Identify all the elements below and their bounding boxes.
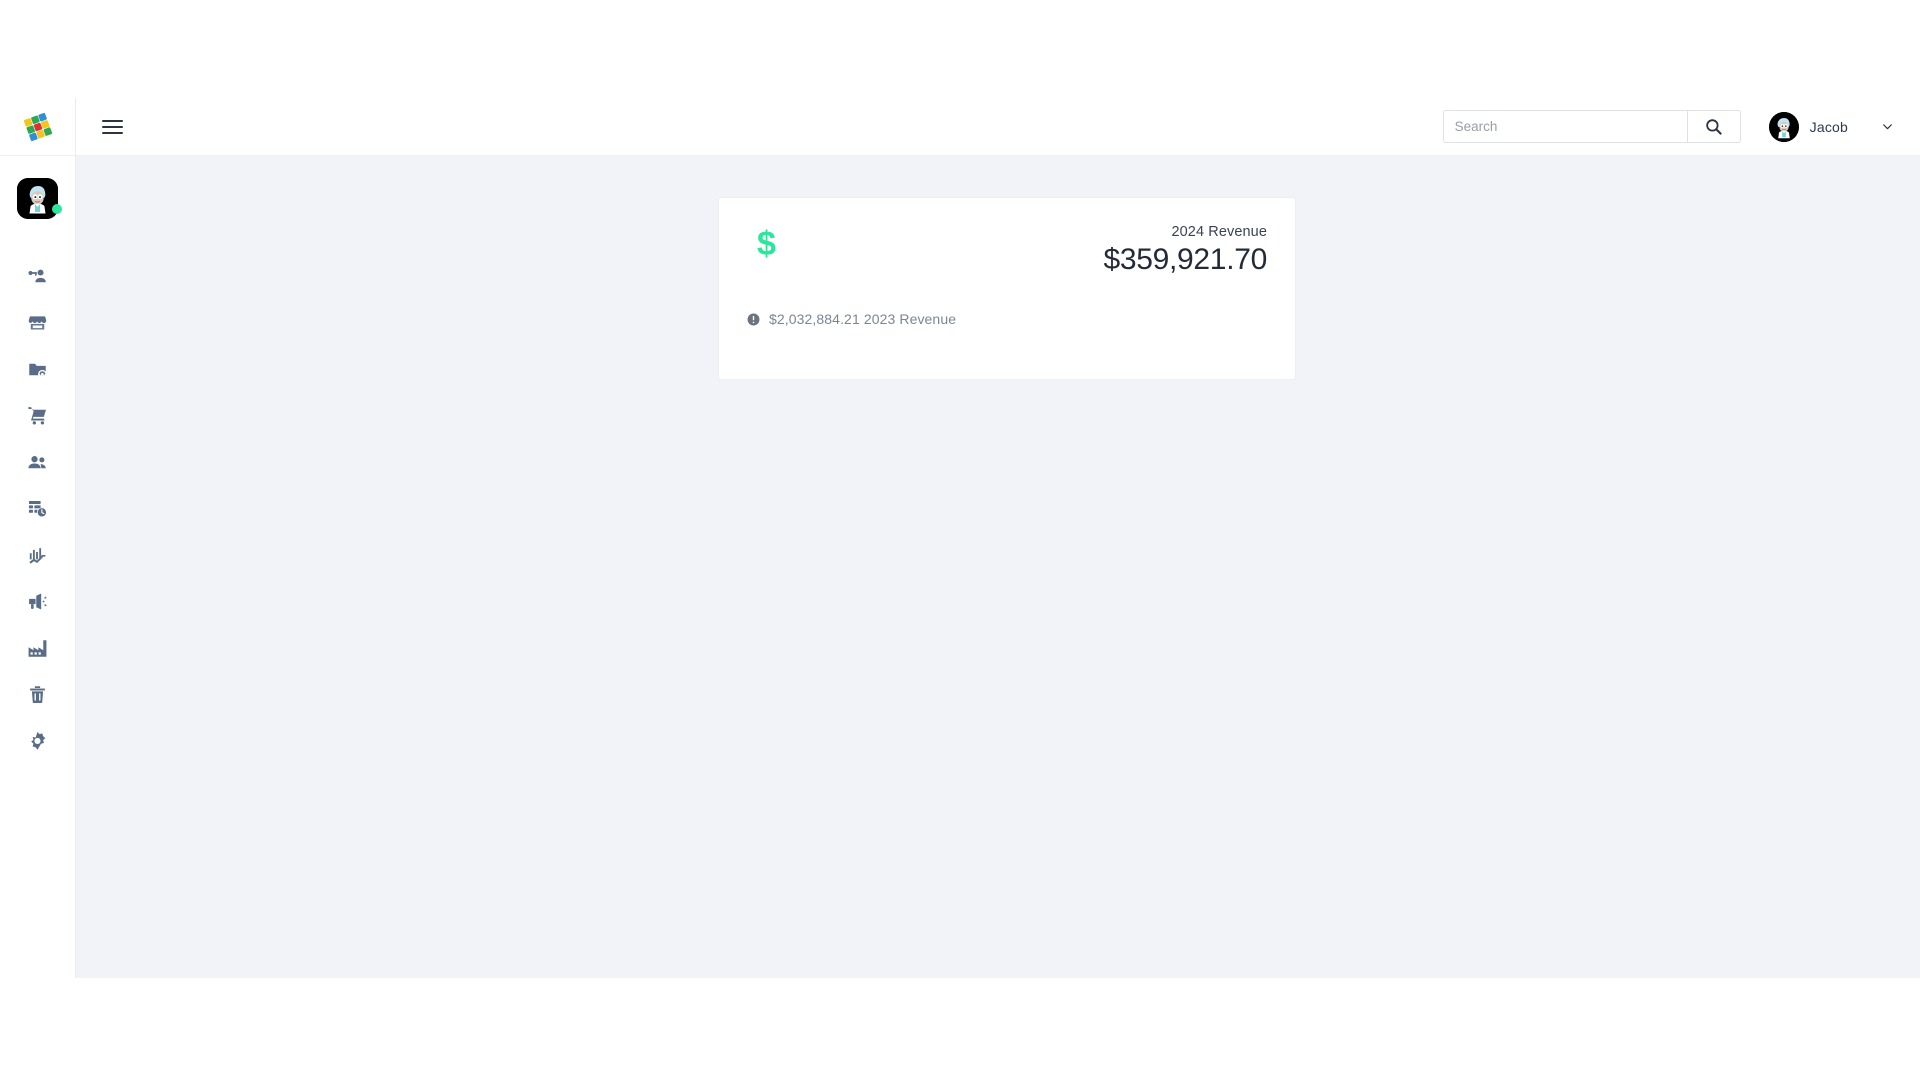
search-group xyxy=(1442,110,1741,143)
app-root: Jacob $ 2024 Revenue $359,921.70 xyxy=(0,98,1920,978)
dollar-sign-icon: $ xyxy=(757,225,776,263)
sidebar-item-orders[interactable] xyxy=(0,393,75,440)
hamburger-bar xyxy=(102,125,123,128)
search-button[interactable] xyxy=(1686,110,1741,143)
search-input[interactable] xyxy=(1442,110,1687,143)
user-avatar-icon xyxy=(1768,111,1799,142)
sidebar-item-scheduling[interactable] xyxy=(0,486,75,533)
user-name: Jacob xyxy=(1809,118,1848,135)
sidebar-item-customers[interactable] xyxy=(0,439,75,486)
revenue-card-amount: $359,921.70 xyxy=(1103,243,1267,276)
status-dot-online xyxy=(52,204,62,214)
card-row: $ 2024 Revenue $359,921.70 $2,032,884.21 xyxy=(76,197,1920,380)
main-column: Jacob $ 2024 Revenue $359,921.70 xyxy=(76,98,1920,978)
trash-icon xyxy=(30,686,45,704)
sidebar-item-trash[interactable] xyxy=(0,672,75,719)
sidebar-item-folder-settings[interactable] xyxy=(0,346,75,393)
sidebar-item-analytics[interactable] xyxy=(0,532,75,579)
revenue-card-label: 2024 Revenue xyxy=(1171,224,1267,240)
sidebar-nav xyxy=(0,253,75,765)
analytics-chart-icon xyxy=(29,547,46,564)
revenue-card-values: 2024 Revenue $359,921.70 xyxy=(1103,224,1267,277)
people-icon xyxy=(28,455,46,469)
sidebar-item-manufacturing[interactable] xyxy=(0,625,75,672)
account-key-icon xyxy=(28,269,46,282)
revenue-card-footer: $2,032,884.21 2023 Revenue xyxy=(747,311,1267,327)
hamburger-bar xyxy=(102,119,123,122)
sidebar-item-store[interactable] xyxy=(0,300,75,347)
rubiks-cube-logo-icon xyxy=(23,112,52,141)
shopping-cart-icon xyxy=(28,407,46,425)
user-avatar-icon xyxy=(17,178,58,219)
revenue-card-top: $ 2024 Revenue $359,921.70 xyxy=(747,224,1267,277)
hamburger-menu-icon[interactable] xyxy=(102,116,124,138)
chevron-down-icon[interactable] xyxy=(1881,120,1894,133)
factory-icon xyxy=(28,640,47,657)
search-icon xyxy=(1706,119,1722,135)
info-icon xyxy=(747,313,760,325)
table-clock-icon xyxy=(28,501,47,518)
sidebar-item-settings[interactable] xyxy=(0,718,75,765)
revenue-card: $ 2024 Revenue $359,921.70 $2,032,884.21 xyxy=(718,197,1296,380)
sidebar-brand[interactable] xyxy=(0,98,75,156)
user-menu[interactable]: Jacob xyxy=(1768,111,1898,142)
hamburger-bar xyxy=(102,131,123,134)
sidebar-avatar[interactable] xyxy=(17,178,62,219)
megaphone-icon xyxy=(29,593,47,610)
revenue-card-footer-text: $2,032,884.21 2023 Revenue xyxy=(769,311,957,327)
store-icon xyxy=(28,316,47,330)
folder-settings-icon xyxy=(29,363,47,379)
gear-icon xyxy=(31,731,46,750)
sidebar xyxy=(0,98,76,978)
topbar: Jacob xyxy=(76,98,1920,156)
content-area: $ 2024 Revenue $359,921.70 $2,032,884.21 xyxy=(76,156,1920,978)
sidebar-item-accounts[interactable] xyxy=(0,253,75,300)
sidebar-item-marketing[interactable] xyxy=(0,579,75,626)
